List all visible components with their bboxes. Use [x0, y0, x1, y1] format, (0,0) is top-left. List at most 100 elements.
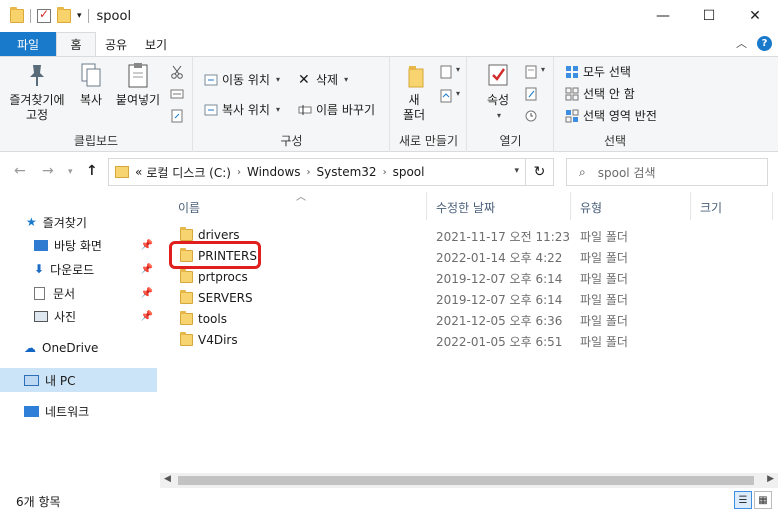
tab-view[interactable]: 보기: [136, 32, 176, 56]
new-folder-icon[interactable]: [57, 7, 71, 23]
copy-to-button[interactable]: 복사 위치 ▾: [204, 101, 280, 118]
nav-this-pc[interactable]: 내 PC: [0, 368, 157, 392]
file-row[interactable]: prtprocs 2019-12-07 오후 6:14 파일 폴더: [174, 267, 774, 288]
nav-downloads[interactable]: ⬇ 다운로드 📌: [0, 257, 157, 281]
history-icon[interactable]: [524, 109, 538, 123]
pin-icon[interactable]: 📌: [141, 264, 153, 275]
copy-button[interactable]: 복사: [72, 61, 110, 108]
address-history-chevron-icon[interactable]: ▾: [514, 166, 519, 176]
file-row[interactable]: PRINTERS 2022-01-14 오후 4:22 파일 폴더: [174, 246, 774, 267]
file-row[interactable]: tools 2021-12-05 오후 6:36 파일 폴더: [174, 309, 774, 330]
nav-onedrive[interactable]: ☁ OneDrive: [0, 336, 157, 360]
file-name: SERVERS: [198, 291, 253, 305]
invert-selection-button[interactable]: 선택 영역 반전: [565, 107, 657, 124]
new-folder-button[interactable]: 새 폴더: [399, 61, 429, 123]
breadcrumb-separator-icon[interactable]: ›: [307, 167, 311, 178]
file-row[interactable]: SERVERS 2019-12-07 오후 6:14 파일 폴더: [174, 288, 774, 309]
collapse-ribbon-chevron-up-icon[interactable]: ︿: [736, 35, 747, 51]
customize-toolbar-chevron-icon[interactable]: ▾: [77, 11, 82, 21]
item-count: 6개 항목: [16, 495, 61, 509]
nav-quick-access-label: 즐겨찾기: [42, 215, 87, 230]
cut-scissors-icon[interactable]: [170, 65, 184, 79]
scroll-left-arrow-icon[interactable]: ◀: [164, 474, 171, 484]
column-divider[interactable]: [690, 192, 691, 220]
help-icon[interactable]: ?: [757, 35, 772, 51]
select-none-label: 선택 안 함: [583, 87, 635, 101]
folder-icon: [180, 248, 193, 262]
folder-icon: [180, 290, 193, 304]
properties-button[interactable]: 속성 ▾: [478, 61, 518, 123]
select-all-label: 모두 선택: [583, 65, 631, 79]
pin-icon[interactable]: 📌: [141, 240, 153, 251]
invert-selection-label: 선택 영역 반전: [583, 109, 657, 123]
minimize-button[interactable]: —: [640, 0, 686, 32]
tab-file[interactable]: 파일: [0, 32, 56, 56]
address-bar[interactable]: « 로컬 디스크 (C:) › Windows › System32 › spo…: [108, 158, 526, 186]
breadcrumb-spool[interactable]: spool: [393, 165, 425, 179]
column-size[interactable]: 크기: [700, 199, 722, 216]
nav-documents[interactable]: 문서 📌: [0, 281, 157, 305]
nav-desktop-label: 바탕 화면: [54, 238, 102, 253]
breadcrumb-separator-icon[interactable]: ›: [237, 167, 241, 178]
copy-path-icon[interactable]: [170, 87, 184, 101]
edit-icon[interactable]: [524, 87, 538, 101]
nav-pictures[interactable]: 사진 📌: [0, 304, 157, 328]
column-modified[interactable]: 수정한 날짜: [436, 199, 495, 216]
nav-network[interactable]: 네트워크: [0, 399, 157, 423]
horizontal-scrollbar[interactable]: ◀ ▶: [160, 473, 778, 488]
nav-quick-access[interactable]: ★ 즐겨찾기: [0, 210, 157, 234]
column-divider[interactable]: [570, 192, 571, 220]
file-row[interactable]: V4Dirs 2022-01-05 오후 6:51 파일 폴더: [174, 330, 774, 351]
dropdown-arrow-icon[interactable]: ▾: [456, 65, 460, 74]
up-arrow-icon[interactable]: ↑: [86, 163, 98, 179]
pin-icon[interactable]: 📌: [141, 288, 153, 299]
breadcrumb-system32[interactable]: System32: [317, 165, 377, 179]
breadcrumb-separator-icon[interactable]: ›: [383, 167, 387, 178]
paste-shortcut-icon[interactable]: [170, 109, 184, 123]
close-button[interactable]: ✕: [732, 0, 778, 32]
move-to-button[interactable]: 이동 위치 ▾: [204, 71, 280, 88]
rename-button[interactable]: 이름 바꾸기: [298, 101, 375, 118]
large-icons-view-button[interactable]: ▦: [754, 491, 772, 509]
window-title: spool: [96, 8, 132, 24]
forward-arrow-icon[interactable]: →: [42, 163, 54, 179]
address-overflow[interactable]: «: [135, 165, 142, 179]
dropdown-arrow-icon[interactable]: ▾: [456, 89, 460, 98]
scrollbar-thumb[interactable]: [178, 476, 754, 485]
download-arrow-icon: ⬇: [34, 262, 45, 276]
maximize-button[interactable]: ☐: [686, 0, 732, 32]
search-box[interactable]: ⌕ spool 검색: [566, 158, 768, 186]
divider: [87, 9, 89, 23]
column-type[interactable]: 유형: [580, 199, 602, 216]
easy-access-icon[interactable]: [439, 89, 453, 103]
pin-icon[interactable]: 📌: [141, 311, 153, 322]
file-name: drivers: [198, 228, 240, 242]
dropdown-arrow-icon[interactable]: ▾: [541, 65, 545, 74]
select-none-button[interactable]: 선택 안 함: [565, 85, 635, 102]
refresh-button[interactable]: ↻: [526, 158, 554, 186]
new-item-icon[interactable]: [439, 65, 453, 79]
open-group-label: 열기: [499, 134, 522, 148]
large-icons-view-icon: ▦: [758, 494, 768, 506]
column-name[interactable]: 이름: [178, 199, 200, 216]
delete-button[interactable]: ✕ 삭제 ▾: [298, 71, 348, 88]
column-divider[interactable]: [426, 192, 427, 220]
nav-desktop[interactable]: 바탕 화면 📌: [0, 233, 157, 257]
select-all-button[interactable]: 모두 선택: [565, 63, 631, 80]
details-view-button[interactable]: ☰: [734, 491, 752, 509]
file-row[interactable]: drivers 2021-11-17 오전 11:23 파일 폴더: [174, 225, 774, 246]
pin-to-quick-access-button[interactable]: 즐겨찾기에 고정: [6, 61, 68, 123]
paste-button[interactable]: 붙여넣기: [112, 61, 164, 108]
scroll-right-arrow-icon[interactable]: ▶: [767, 474, 774, 484]
tab-share[interactable]: 공유: [96, 32, 136, 56]
rename-label: 이름 바꾸기: [316, 103, 376, 117]
back-arrow-icon[interactable]: ←: [14, 163, 26, 179]
recent-locations-chevron-icon[interactable]: ▾: [68, 167, 73, 177]
clipboard-group-label: 클립보드: [73, 134, 119, 148]
breadcrumb-local-disk[interactable]: 로컬 디스크 (C:): [146, 164, 231, 181]
breadcrumb-windows[interactable]: Windows: [247, 165, 301, 179]
column-divider[interactable]: [772, 192, 773, 220]
open-icon[interactable]: [524, 65, 538, 79]
properties-check-icon[interactable]: [37, 7, 51, 23]
tab-home[interactable]: 홈: [56, 32, 96, 56]
